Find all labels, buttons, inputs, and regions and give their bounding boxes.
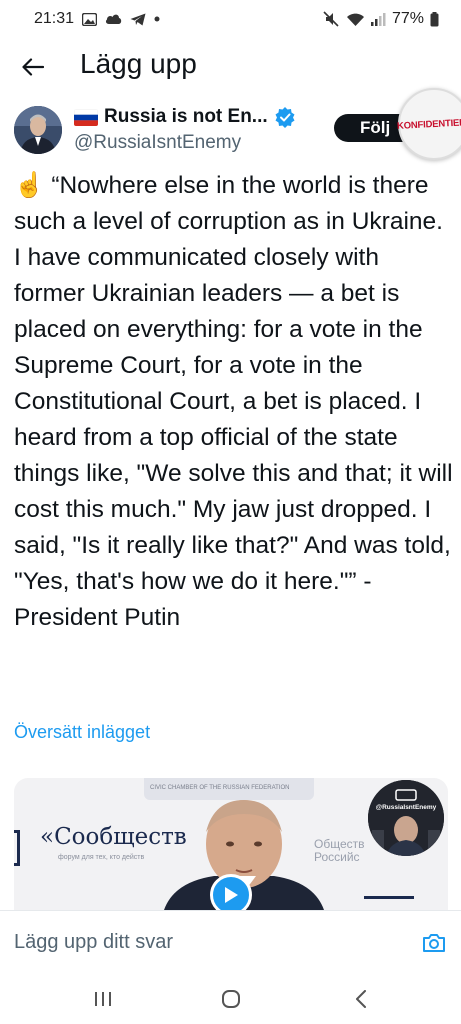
page-title: Lägg upp <box>80 48 197 79</box>
author-name: Russia is not En... <box>104 106 268 127</box>
telegram-icon <box>130 13 146 26</box>
app-header: Lägg upp <box>0 38 461 96</box>
avatar[interactable] <box>14 106 62 154</box>
recent-apps-icon <box>95 992 111 1006</box>
translate-post-link[interactable]: Översätt inlägget <box>14 722 150 743</box>
battery-percent: 77% <box>391 10 424 27</box>
russia-flag-icon <box>74 108 98 126</box>
pointing-up-emoji: ☝️ <box>14 172 45 199</box>
system-back-button[interactable] <box>346 986 376 1012</box>
play-button[interactable] <box>210 874 252 910</box>
system-back-icon <box>356 990 366 1008</box>
dot-icon <box>154 16 160 22</box>
cloud-icon <box>105 13 122 25</box>
media-banner-caption: CIVIC CHAMBER OF THE RUSSIAN FEDERATION <box>150 785 290 791</box>
channel-watermark-label: @RussiaIsntEnemy <box>375 804 437 811</box>
media-bracket-right <box>364 896 414 910</box>
back-arrow-icon <box>22 58 44 76</box>
status-bar: 21:31 77% <box>0 0 461 38</box>
tweet-text: ☝️ “Nowhere else in the world is there s… <box>14 168 454 636</box>
home-button[interactable] <box>216 986 246 1012</box>
system-nav-bar <box>0 974 461 1024</box>
wifi-icon <box>346 12 365 27</box>
video-preview[interactable]: CIVIC CHAMBER OF THE RUSSIAN FEDERATION … <box>14 778 448 910</box>
author-name-row[interactable]: Russia is not En... <box>74 106 296 128</box>
author-row: Russia is not En... @RussiaIsntEnemy Föl… <box>0 98 461 168</box>
play-icon <box>225 887 238 903</box>
media-bracket-left <box>14 830 20 866</box>
verified-badge-icon <box>274 106 296 128</box>
reply-bar: Lägg upp ditt svar <box>0 910 461 974</box>
camera-icon <box>423 934 445 952</box>
camera-button[interactable] <box>420 929 448 957</box>
battery-icon <box>430 11 439 27</box>
media-subheadline: форум для тех, кто действ <box>58 854 145 861</box>
confidential-sticker: KONFIDENTIELL <box>397 88 461 160</box>
author-handle[interactable]: @RussiaIsntEnemy <box>74 132 241 154</box>
home-icon <box>222 990 240 1008</box>
mute-icon <box>323 11 340 27</box>
recent-apps-button[interactable] <box>88 986 118 1012</box>
confidential-sticker-text: KONFIDENTIELL <box>397 116 461 132</box>
channel-watermark: @RussiaIsntEnemy <box>368 780 444 856</box>
status-time: 21:31 <box>34 10 75 27</box>
tweet-body: “Nowhere else in the world is there such… <box>14 172 453 631</box>
reply-input[interactable]: Lägg upp ditt svar <box>14 931 173 954</box>
back-button[interactable] <box>18 52 48 82</box>
signal-icon <box>370 12 386 26</box>
gallery-icon <box>82 12 98 26</box>
follow-label: Följ <box>360 118 391 137</box>
